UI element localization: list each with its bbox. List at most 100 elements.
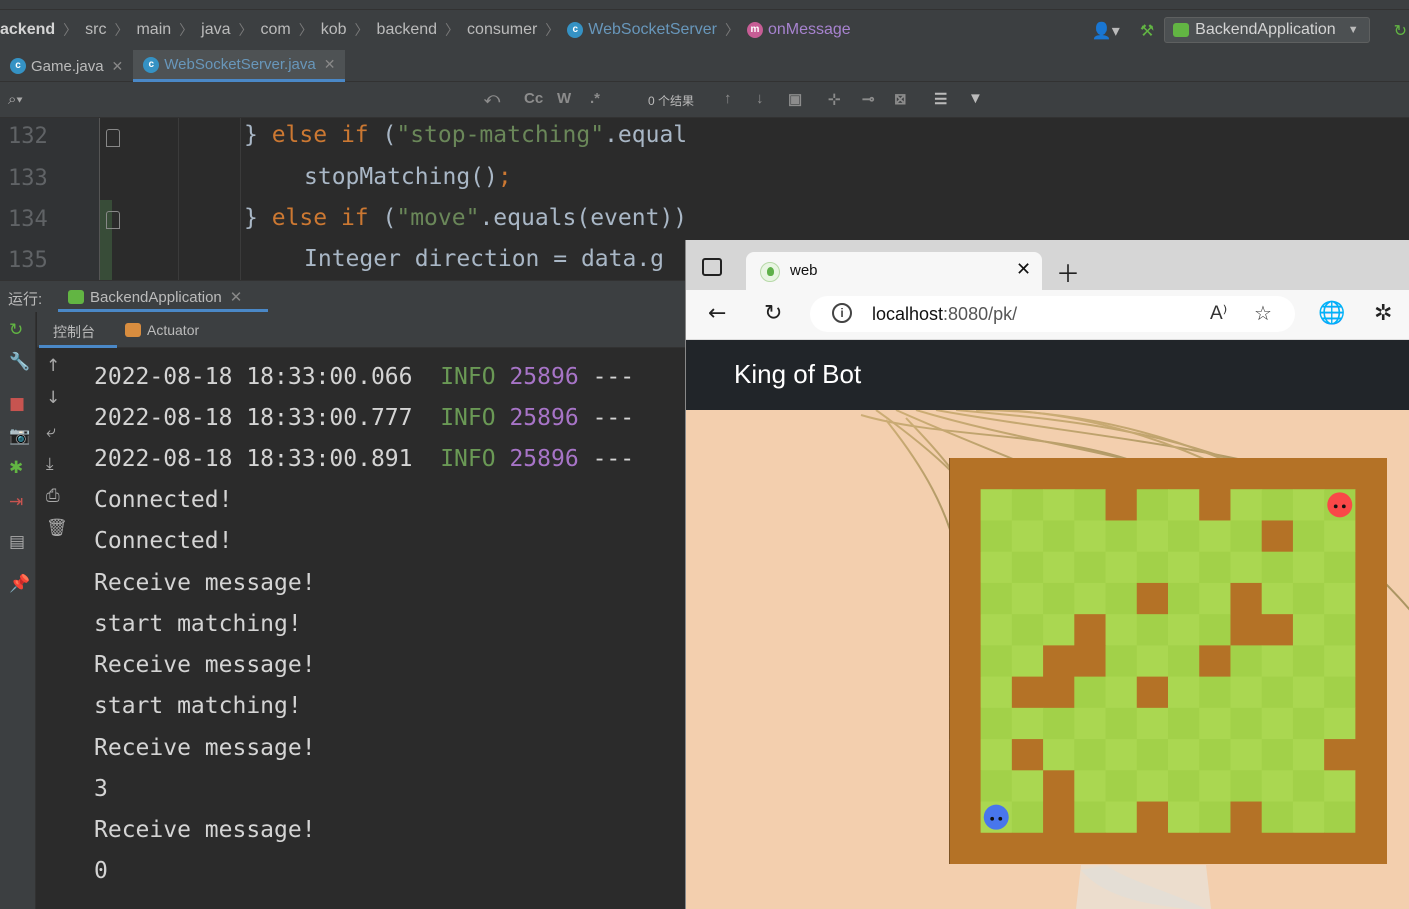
wall-cell: [1199, 832, 1231, 864]
breadcrumb-item[interactable]: src: [85, 21, 106, 39]
filter-options-icon[interactable]: ☰: [934, 90, 947, 108]
close-icon[interactable]: ✕: [112, 58, 124, 75]
close-icon[interactable]: ✕: [230, 288, 243, 306]
arrow-up-icon[interactable]: ↑: [46, 356, 60, 376]
wall-cell: [1199, 458, 1231, 490]
wall-cell: [1043, 645, 1075, 678]
grass-cell: [1168, 520, 1200, 553]
camera-icon[interactable]: 📷: [9, 426, 30, 446]
tab-game-java[interactable]: c Game.java ✕: [0, 50, 133, 82]
breadcrumb-item[interactable]: backend: [377, 21, 438, 39]
wall-cell: [949, 770, 982, 803]
breadcrumb-item[interactable]: kob: [321, 21, 347, 39]
grass-cell: [1324, 645, 1356, 678]
grass-cell: [1043, 707, 1075, 740]
new-tab-icon[interactable]: ＋: [1056, 254, 1080, 289]
wall-cell: [1230, 458, 1263, 490]
filter-icon[interactable]: ▼: [968, 90, 983, 107]
remove-occurrence-icon[interactable]: ⊸: [862, 90, 875, 108]
grass-cell: [1230, 489, 1263, 521]
print-icon[interactable]: ⎙: [46, 486, 60, 506]
grass-cell: [1168, 489, 1200, 521]
build-hammer-icon[interactable]: ⚒: [1140, 21, 1154, 40]
breadcrumb-method[interactable]: m onMessage: [746, 21, 851, 39]
fold-icon[interactable]: [106, 211, 120, 229]
arrow-up-icon[interactable]: ↑: [724, 90, 732, 107]
soft-wrap-icon[interactable]: ⤶: [46, 422, 56, 442]
address-bar[interactable]: i localhost:8080/pk/ A⁾ ☆: [810, 296, 1295, 332]
select-all-icon[interactable]: ▣: [788, 90, 802, 108]
run-config-dropdown[interactable]: BackendApplication ▼: [1164, 17, 1370, 43]
browser-tab[interactable]: web ✕: [746, 252, 1042, 290]
add-occurrence-icon[interactable]: ⊹: [828, 90, 841, 108]
tab-websocketserver-java[interactable]: c WebSocketServer.java ✕: [133, 50, 346, 82]
whole-word-toggle[interactable]: W: [557, 90, 571, 107]
match-case-toggle[interactable]: Cc: [524, 90, 543, 107]
fold-icon[interactable]: [106, 129, 120, 147]
breadcrumb-item[interactable]: java: [201, 21, 230, 39]
search-icon[interactable]: ⌕▾: [8, 91, 23, 108]
stop-icon[interactable]: ■: [9, 394, 25, 414]
breadcrumb-item[interactable]: ackend: [0, 21, 55, 39]
grass-cell: [1105, 551, 1138, 584]
wall-cell: [1043, 770, 1075, 803]
rerun-icon[interactable]: ↻: [1394, 21, 1407, 40]
extension-globe-icon[interactable]: 🌐: [1318, 301, 1345, 326]
site-brand[interactable]: King of Bot: [734, 359, 861, 390]
close-icon[interactable]: ✕: [324, 56, 336, 73]
layout-icon[interactable]: ▤: [9, 532, 25, 552]
wall-cell: [1230, 582, 1263, 615]
grass-cell: [1199, 582, 1231, 615]
user-icon[interactable]: 👤▾: [1092, 21, 1120, 40]
regex-toggle[interactable]: .*: [590, 90, 600, 107]
rerun-icon[interactable]: ↻: [9, 320, 23, 340]
breadcrumb-class-label: WebSocketServer: [588, 21, 717, 38]
add-favorite-icon[interactable]: ☆: [1254, 301, 1272, 326]
tab-actuator[interactable]: Actuator: [125, 322, 199, 338]
arrow-down-icon[interactable]: ↓: [46, 388, 60, 408]
replace-icon[interactable]: ⤺: [484, 90, 500, 107]
wall-cell: [1043, 832, 1075, 864]
search-result-count: 0 个结果: [648, 94, 695, 108]
exit-icon[interactable]: ⇥: [9, 492, 23, 512]
grass-cell: [1230, 645, 1263, 678]
tab-console[interactable]: 控制台: [53, 322, 95, 342]
game-map[interactable]: [949, 458, 1387, 864]
pin-icon[interactable]: 📌: [9, 574, 30, 594]
grass-cell: [1105, 676, 1138, 709]
arrow-down-icon[interactable]: ↓: [756, 90, 764, 107]
close-icon[interactable]: ✕: [1016, 259, 1031, 280]
grass-cell: [980, 676, 1013, 709]
chevron-right-icon: 〉: [179, 22, 194, 38]
grass-cell: [1230, 739, 1263, 771]
back-icon[interactable]: ←: [708, 301, 726, 326]
wrench-icon[interactable]: 🔧: [9, 352, 30, 372]
info-icon[interactable]: i: [832, 303, 852, 323]
extensions-icon[interactable]: ✲: [1374, 301, 1392, 326]
snake-eye: [990, 816, 995, 821]
read-aloud-icon[interactable]: A⁾: [1210, 302, 1227, 325]
trash-icon[interactable]: 🗑: [46, 518, 68, 538]
grass-cell: [1136, 707, 1169, 740]
breadcrumb-item[interactable]: main: [136, 21, 171, 39]
tab-actions-icon[interactable]: [702, 258, 722, 276]
wall-cell: [1136, 458, 1169, 490]
console-output[interactable]: 2022-08-18 18:33:00.066 INFO 25896 --- 2…: [74, 348, 685, 909]
grass-cell: [1136, 520, 1169, 553]
breadcrumb-item[interactable]: com: [261, 21, 291, 39]
code-editor[interactable]: 132 133 134 135 } else if ("stop-matchin…: [0, 118, 685, 280]
breadcrumb-class[interactable]: c WebSocketServer: [567, 21, 717, 39]
breadcrumb-item[interactable]: consumer: [467, 21, 537, 39]
select-occurrences-icon[interactable]: ⊠: [894, 90, 907, 108]
wall-cell: [1136, 676, 1169, 709]
nav-toolbar: 👤▾ ⚒ BackendApplication ▼ ↻: [1082, 10, 1409, 50]
grass-cell: [1261, 739, 1294, 771]
bug-icon[interactable]: ✱: [9, 458, 23, 478]
code-line: stopMatching();: [304, 164, 512, 190]
log-line: Receive message!: [94, 652, 316, 678]
code-line: Integer direction = data.g: [304, 246, 665, 272]
run-tab[interactable]: BackendApplication ✕: [68, 288, 242, 306]
refresh-icon[interactable]: ↻: [764, 301, 782, 326]
class-icon: c: [567, 22, 584, 38]
scroll-to-end-icon[interactable]: ⤓: [46, 454, 54, 474]
